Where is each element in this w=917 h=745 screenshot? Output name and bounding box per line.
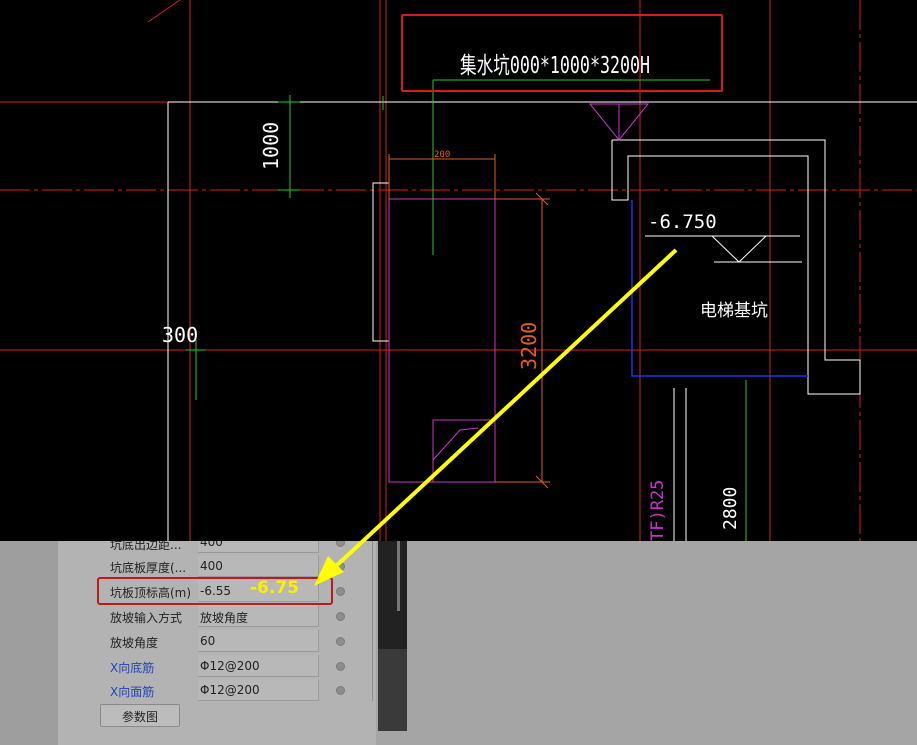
- prop-label: 坑底板厚度(...: [110, 561, 187, 575]
- dimension-300: 300: [162, 323, 198, 347]
- prop-row-x-top-rebar[interactable]: X向面筋 Φ12@200: [48, 679, 345, 702]
- prop-dot-icon: [336, 686, 345, 695]
- dimension-200: 200: [434, 150, 450, 160]
- label-r25: TF)R25: [648, 480, 668, 541]
- prop-value-field[interactable]: 放坡角度: [198, 605, 319, 627]
- prop-value-field[interactable]: 60: [198, 630, 319, 652]
- prop-row-pit-bottom-thickness[interactable]: 坑底板厚度(... 400: [48, 555, 345, 578]
- prop-label: X向面筋: [110, 685, 155, 699]
- new-elevation-value: -6.75: [250, 578, 299, 598]
- dimension-2800: 2800: [720, 487, 741, 530]
- dimension-1000: 1000: [259, 122, 283, 170]
- pit-title-text: 集水坑000*1000*3200H: [460, 53, 650, 79]
- prop-value-field[interactable]: Φ12@200: [198, 679, 319, 701]
- parameter-diagram-button[interactable]: 参数图: [100, 704, 180, 727]
- elevation-value-text: -6.750: [648, 211, 717, 233]
- scrollbar-thumb[interactable]: [397, 541, 400, 611]
- prop-dot-icon: [336, 612, 345, 621]
- elevator-pit-label: 电梯基坑: [700, 301, 768, 321]
- prop-value-field[interactable]: Φ12@200: [198, 655, 319, 677]
- prop-label: X向底筋: [110, 661, 155, 675]
- prop-dot-icon: [336, 562, 345, 571]
- scroll-track-lower: [378, 649, 407, 731]
- dimension-3200: 3200: [517, 322, 541, 370]
- scroll-track: [378, 541, 407, 649]
- prop-dot-icon: [336, 662, 345, 671]
- prop-row-pit-bottom-margin[interactable]: 坑底出边距... 400: [48, 541, 345, 554]
- prop-value-field[interactable]: 400: [198, 555, 319, 577]
- prop-row-x-bottom-rebar[interactable]: X向底筋 Φ12@200: [48, 655, 345, 678]
- prop-value-field[interactable]: 400: [198, 541, 319, 553]
- prop-dot-icon: [336, 637, 345, 646]
- cad-drawing-canvas[interactable]: 集水坑000*1000*3200H -6.750 电梯基坑 1000 200 3…: [0, 0, 917, 541]
- prop-row-slope-angle[interactable]: 放坡角度 60: [48, 630, 345, 653]
- prop-row-slope-input-mode[interactable]: 放坡输入方式 放坡角度: [48, 605, 345, 628]
- prop-label: 坑底出边距...: [110, 541, 182, 552]
- prop-label: 放坡输入方式: [110, 611, 183, 625]
- prop-label: 放坡角度: [110, 636, 159, 650]
- prop-dot-icon: [336, 587, 345, 596]
- property-panel: 坑底出边距... 400 坑底板厚度(... 400 坑板顶标高(m) -6.5…: [0, 541, 917, 745]
